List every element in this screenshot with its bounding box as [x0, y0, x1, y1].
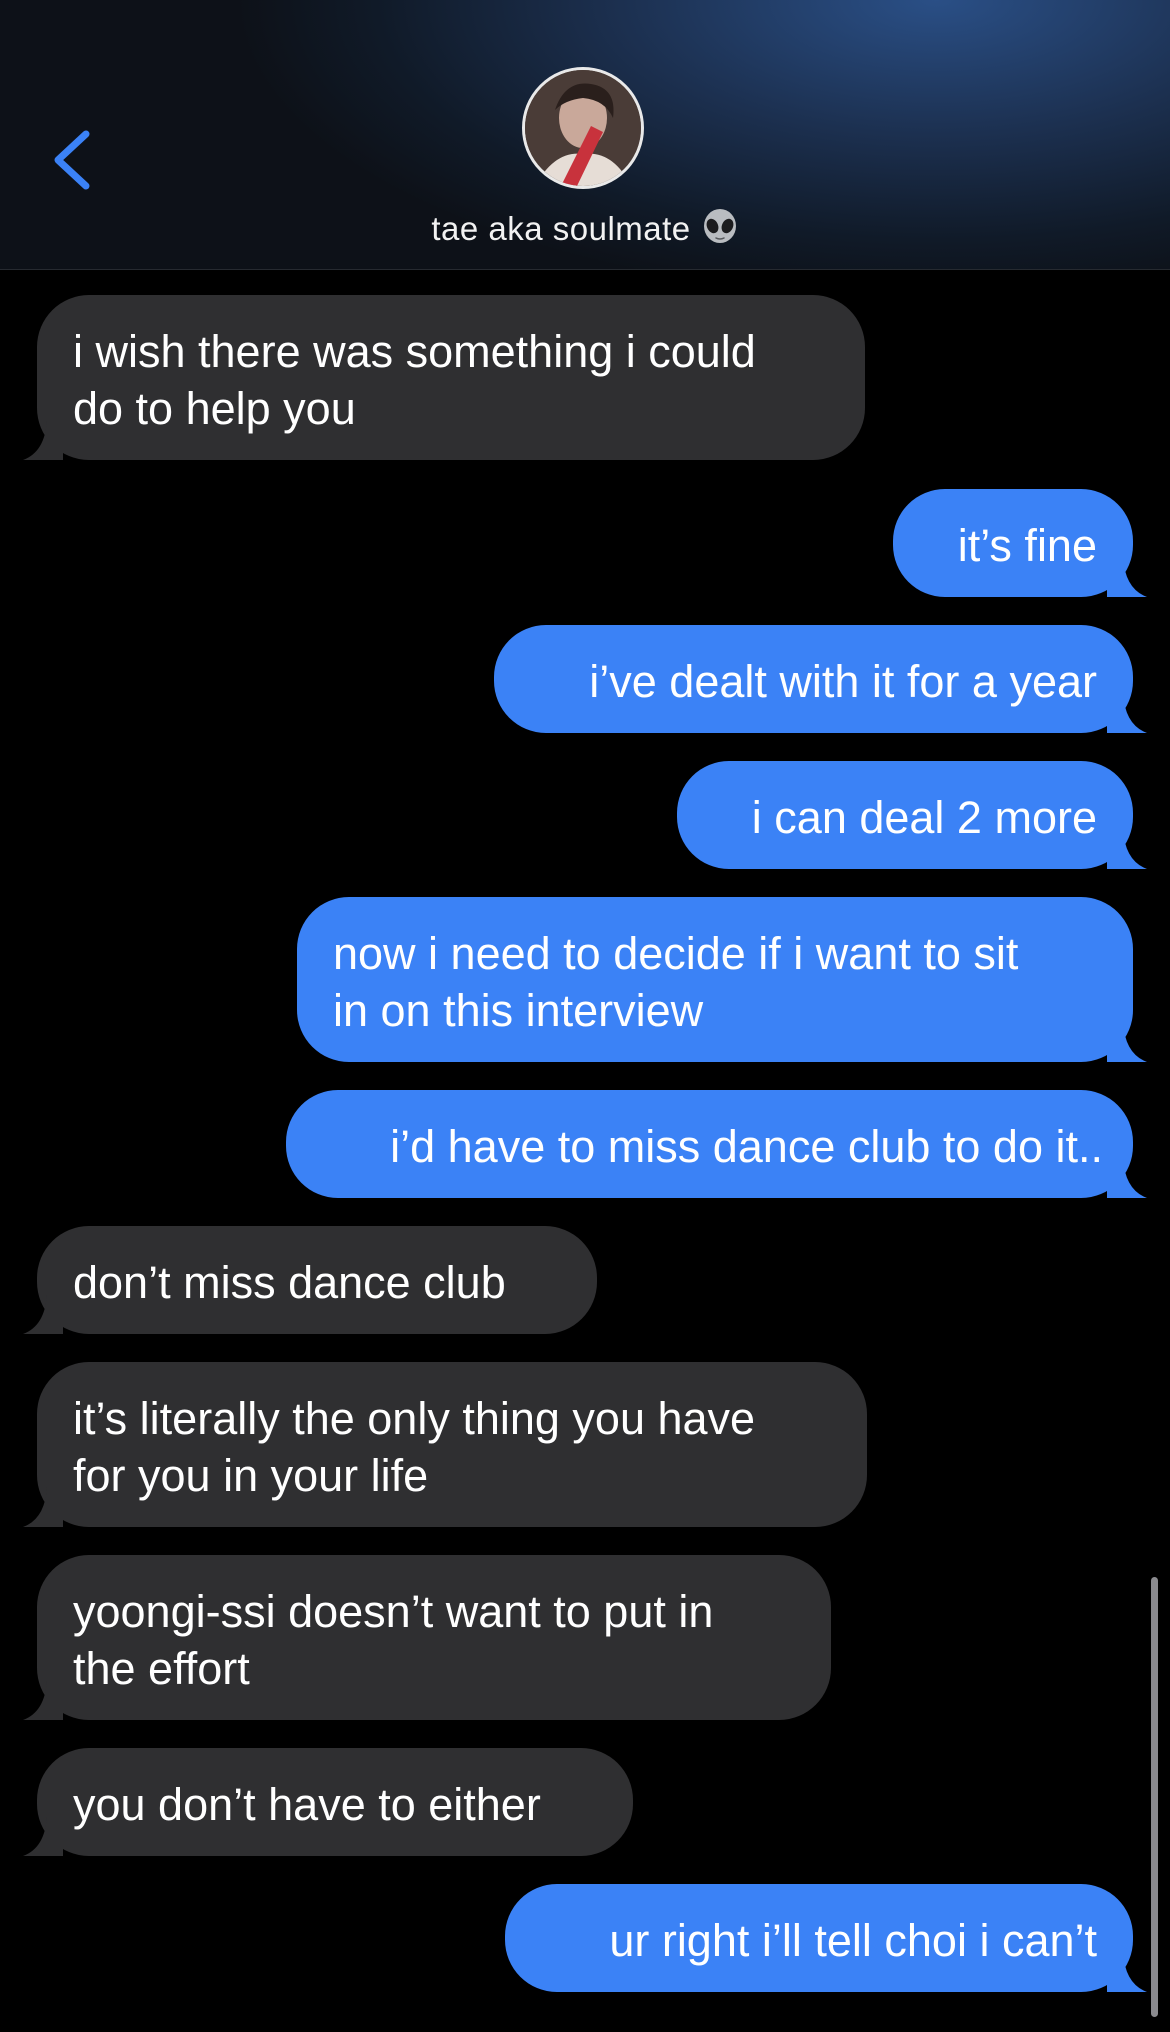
scrollbar[interactable]	[1151, 1577, 1158, 2017]
contact-name-row[interactable]: tae aka soulmate	[0, 207, 1170, 251]
message-bubble-outgoing[interactable]: now i need to decide if i want to sit in …	[297, 897, 1147, 1062]
message-bubble-incoming[interactable]: don’t miss dance club	[23, 1226, 597, 1334]
message-text: i’ve dealt with it for a year	[589, 656, 1097, 707]
bubble-tail	[23, 1816, 63, 1856]
message-text: it’s literally the only thing you have fo…	[73, 1393, 756, 1501]
bubble-tail	[1107, 693, 1147, 733]
message-text: yoongi-ssi doesn’t want to put in the eff…	[73, 1586, 714, 1694]
bubble-tail	[23, 420, 63, 460]
bubble-tail	[1107, 829, 1147, 869]
bubble-tail	[1107, 1022, 1147, 1062]
bubble-tail	[1107, 1952, 1147, 1992]
bubble-tail	[1107, 557, 1147, 597]
back-button[interactable]	[44, 120, 104, 200]
bubble-tail	[1107, 1158, 1147, 1198]
message-text: now i need to decide if i want to sit in …	[333, 928, 1019, 1036]
message-bubble-outgoing[interactable]: i can deal 2 more	[677, 761, 1147, 869]
message-bubble-outgoing[interactable]: i’ve dealt with it for a year	[494, 625, 1147, 733]
alien-icon	[703, 209, 736, 243]
contact-name: tae aka soulmate	[431, 210, 691, 247]
conversation-header: tae aka soulmate	[0, 0, 1170, 270]
chevron-left-icon	[54, 130, 90, 190]
bubble-tail	[23, 1487, 63, 1527]
message-bubble-incoming[interactable]: it’s literally the only thing you have fo…	[23, 1362, 867, 1527]
message-bubble-outgoing[interactable]: ur right i’ll tell choi i can’t	[505, 1884, 1147, 1992]
message-text: i can deal 2 more	[751, 792, 1097, 843]
contact-avatar[interactable]	[522, 67, 644, 189]
message-bubble-incoming[interactable]: you don’t have to either	[23, 1748, 633, 1856]
message-text: it’s fine	[957, 520, 1097, 571]
message-text: don’t miss dance club	[73, 1257, 506, 1308]
message-bubble-incoming[interactable]: i wish there was something i could do to …	[23, 295, 865, 460]
bubble-tail	[23, 1294, 63, 1334]
message-text: ur right i’ll tell choi i can’t	[609, 1915, 1097, 1966]
message-bubble-incoming[interactable]: yoongi-ssi doesn’t want to put in the eff…	[23, 1555, 831, 1720]
bubble-tail	[23, 1680, 63, 1720]
message-bubble-outgoing[interactable]: it’s fine	[893, 489, 1147, 597]
message-text: i wish there was something i could do to …	[73, 326, 756, 434]
message-thread[interactable]: i wish there was something i could do to …	[0, 270, 1170, 2032]
avatar-photo	[525, 70, 641, 186]
message-text: you don’t have to either	[73, 1779, 541, 1830]
message-bubble-outgoing[interactable]: i’d have to miss dance club to do it..	[286, 1090, 1147, 1198]
message-text: i’d have to miss dance club to do it..	[390, 1121, 1103, 1172]
